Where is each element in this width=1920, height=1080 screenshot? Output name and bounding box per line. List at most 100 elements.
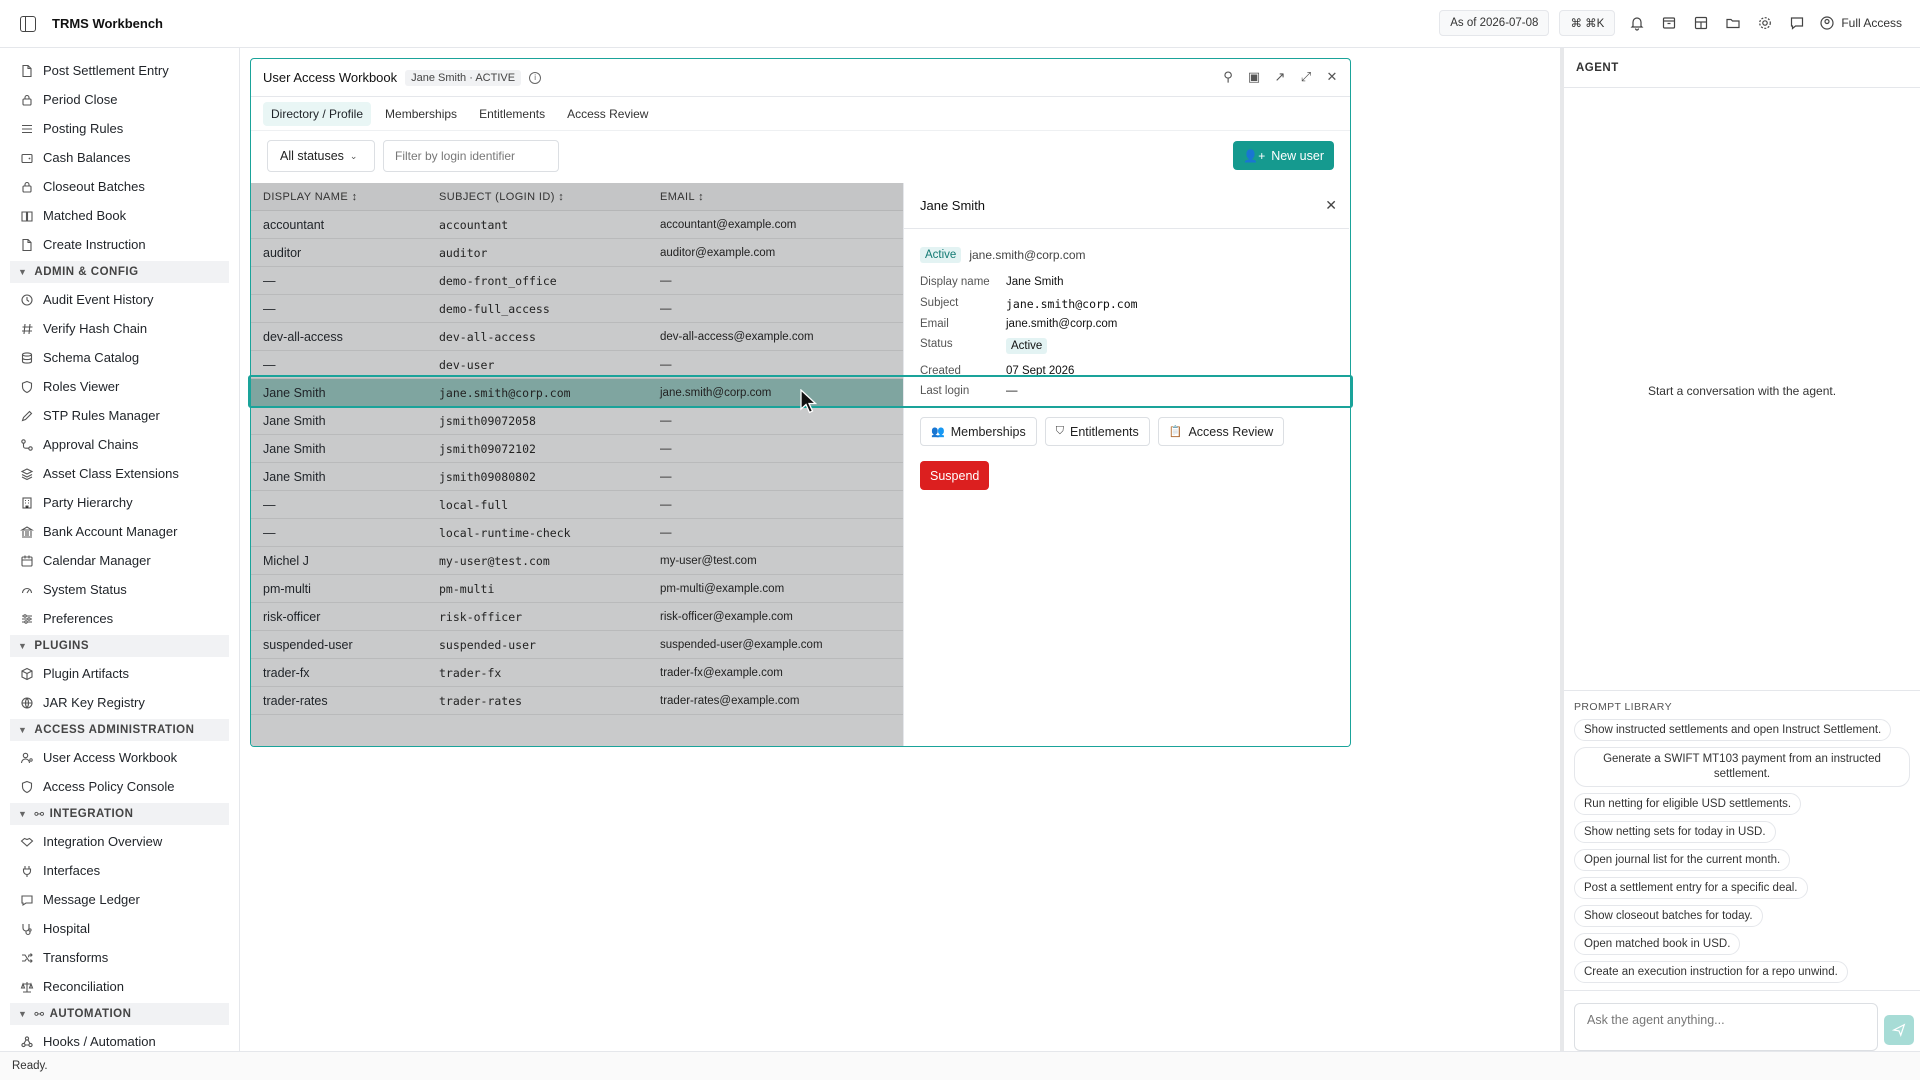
- table-row[interactable]: accountant accountant accountant@example.c…: [251, 211, 903, 239]
- prompt-chip[interactable]: Show instructed settlements and open Ins…: [1574, 719, 1892, 741]
- column-header-subject[interactable]: SUBJECT (LOGIN ID) ↕: [427, 191, 648, 203]
- sidebar-item-period-close[interactable]: Period Close: [0, 85, 239, 114]
- suspend-button[interactable]: Suspend: [920, 461, 990, 490]
- access-review-button[interactable]: 📋 Access Review: [1157, 417, 1285, 446]
- sidebar-item-audit-event-history[interactable]: Audit Event History: [0, 285, 239, 314]
- sidebar-item-user-access-workbook[interactable]: User Access Workbook: [0, 743, 239, 772]
- table-row[interactable]: Michel J my-user@test.com my-user@test.com: [251, 547, 903, 575]
- sidebar-item-post-settlement-entry[interactable]: Post Settlement Entry: [0, 56, 239, 85]
- tab-directory-profile[interactable]: Directory / Profile: [263, 101, 372, 126]
- sidebar-item-roles-viewer[interactable]: Roles Viewer: [0, 372, 239, 401]
- sidebar-item-verify-hash-chain[interactable]: Verify Hash Chain: [0, 314, 239, 343]
- info-icon[interactable]: i: [529, 71, 542, 84]
- as-of-date[interactable]: As of 2026-07-08: [1439, 10, 1550, 36]
- table-row[interactable]: Jane Smith jsmith09080802 —: [251, 463, 903, 491]
- sidebar-item-reconciliation[interactable]: Reconciliation: [0, 972, 239, 1001]
- sidebar-item-stp-rules-manager[interactable]: STP Rules Manager: [0, 401, 239, 430]
- close-icon[interactable]: ✕: [1324, 67, 1340, 87]
- sidebar-item-label: Post Settlement Entry: [43, 63, 169, 78]
- maximize-icon[interactable]: ⤢: [1298, 67, 1314, 87]
- entitlements-button[interactable]: ⛉ Entitlements: [1044, 417, 1150, 446]
- tab-memberships[interactable]: Memberships: [377, 102, 465, 126]
- prompt-chip[interactable]: Open journal list for the current month.: [1574, 849, 1791, 871]
- table-row[interactable]: — demo-full_access —: [251, 295, 903, 323]
- bell-icon[interactable]: [1621, 10, 1653, 36]
- tab-entitlements[interactable]: Entitlements: [471, 102, 553, 126]
- save-icon[interactable]: ▣: [1246, 67, 1262, 87]
- sidebar-item-hospital[interactable]: Hospital: [0, 914, 239, 943]
- table-row[interactable]: trader-fx trader-fx trader-fx@example.com: [251, 659, 903, 687]
- section-access-administration[interactable]: ▼ ACCESS ADMINISTRATION: [10, 719, 229, 741]
- sidebar-item-preferences[interactable]: Preferences: [0, 604, 239, 633]
- table-row[interactable]: risk-officer risk-officer risk-officer@exa…: [251, 603, 903, 631]
- external-link-icon[interactable]: ↗: [1272, 67, 1288, 87]
- gear-icon[interactable]: [1749, 10, 1781, 36]
- prompt-chip[interactable]: Show netting sets for today in USD.: [1574, 821, 1776, 843]
- sidebar-item-closeout-batches[interactable]: Closeout Batches: [0, 172, 239, 201]
- status-filter-select[interactable]: All statuses ⌄: [267, 140, 375, 172]
- sidebar-item-integration-overview[interactable]: Integration Overview: [0, 827, 239, 856]
- folder-icon[interactable]: [1717, 10, 1749, 36]
- table-row[interactable]: dev-all-access dev-all-access dev-all-acce…: [251, 323, 903, 351]
- close-icon[interactable]: ✕: [1325, 197, 1337, 214]
- layout-icon[interactable]: [1685, 10, 1717, 36]
- column-header-email[interactable]: EMAIL ↕: [648, 191, 903, 203]
- sidebar-item-asset-class-extensions[interactable]: Asset Class Extensions: [0, 459, 239, 488]
- section-plugins[interactable]: ▼ PLUGINS: [10, 635, 229, 657]
- login-filter-input[interactable]: [383, 140, 559, 172]
- sidebar-item-cash-balances[interactable]: Cash Balances: [0, 143, 239, 172]
- sidebar-item-interfaces[interactable]: Interfaces: [0, 856, 239, 885]
- sidebar-item-jar-key-registry[interactable]: JAR Key Registry: [0, 688, 239, 717]
- table-row[interactable]: pm-multi pm-multi pm-multi@example.com: [251, 575, 903, 603]
- archive-icon[interactable]: [1653, 10, 1685, 36]
- section-label: AUTOMATION: [49, 1008, 132, 1020]
- table-row[interactable]: — dev-user —: [251, 351, 903, 379]
- prompt-chip[interactable]: Run netting for eligible USD settlements…: [1574, 793, 1802, 815]
- cell-subject: trader-rates: [439, 693, 523, 708]
- field-label: Display name: [920, 276, 990, 288]
- cell-display-name: —: [263, 357, 276, 372]
- sidebar-item-create-instruction[interactable]: Create Instruction: [0, 230, 239, 259]
- section-integration[interactable]: ▼ ⚯ INTEGRATION: [10, 803, 229, 825]
- command-palette-shortcut[interactable]: ⌘ ⌘K: [1559, 10, 1616, 36]
- agent-input[interactable]: [1574, 1003, 1878, 1051]
- tab-access-review[interactable]: Access Review: [559, 102, 656, 126]
- table-row[interactable]: — demo-front_office —: [251, 267, 903, 295]
- table-row[interactable]: auditor auditor auditor@example.com: [251, 239, 903, 267]
- prompt-chip[interactable]: Open matched book in USD.: [1574, 933, 1741, 955]
- table-row[interactable]: — local-runtime-check —: [251, 519, 903, 547]
- section-automation[interactable]: ▼ ⚯ AUTOMATION: [10, 1003, 229, 1025]
- sidebar-item-approval-chains[interactable]: Approval Chains: [0, 430, 239, 459]
- prompt-chip[interactable]: Create an execution instruction for a re…: [1574, 961, 1848, 983]
- sidebar-toggle-icon[interactable]: [20, 15, 36, 32]
- sidebar-item-transforms[interactable]: Transforms: [0, 943, 239, 972]
- account-menu[interactable]: Full Access: [1819, 10, 1902, 36]
- sidebar-item-calendar-manager[interactable]: Calendar Manager: [0, 546, 239, 575]
- sidebar-item-matched-book[interactable]: Matched Book: [0, 201, 239, 230]
- prompt-chip[interactable]: Generate a SWIFT MT103 payment from an i…: [1574, 747, 1910, 787]
- send-button[interactable]: [1884, 1015, 1914, 1045]
- sidebar-item-hooks-automation[interactable]: Hooks / Automation: [0, 1027, 239, 1051]
- table-row[interactable]: suspended-user suspended-user suspended-us…: [251, 631, 903, 659]
- table-row[interactable]: — local-full —: [251, 491, 903, 519]
- sidebar-item-schema-catalog[interactable]: Schema Catalog: [0, 343, 239, 372]
- prompt-chip[interactable]: Post a settlement entry for a specific d…: [1574, 877, 1808, 899]
- sidebar-item-party-hierarchy[interactable]: Party Hierarchy: [0, 488, 239, 517]
- prompt-chip[interactable]: Show closeout batches for today.: [1574, 905, 1763, 927]
- new-user-button[interactable]: 👤+ New user: [1233, 141, 1334, 170]
- table-row[interactable]: Jane Smith jsmith09072102 —: [251, 435, 903, 463]
- sidebar-item-system-status[interactable]: System Status: [0, 575, 239, 604]
- sidebar-item-access-policy-console[interactable]: Access Policy Console: [0, 772, 239, 801]
- pin-icon[interactable]: ⚲: [1220, 67, 1236, 87]
- section-admin-config[interactable]: ▼ ADMIN & CONFIG: [10, 261, 229, 283]
- chat-icon[interactable]: [1781, 10, 1813, 36]
- sidebar-item-posting-rules[interactable]: Posting Rules: [0, 114, 239, 143]
- memberships-button[interactable]: 👥 Memberships: [920, 417, 1037, 446]
- sidebar-item-plugin-artifacts[interactable]: Plugin Artifacts: [0, 659, 239, 688]
- sidebar-item-bank-account-manager[interactable]: Bank Account Manager: [0, 517, 239, 546]
- table-row[interactable]: trader-rates trader-rates trader-rates@exa…: [251, 687, 903, 715]
- new-user-label: New user: [1271, 148, 1324, 163]
- building-icon: [20, 496, 34, 510]
- column-header-display-name[interactable]: DISPLAY NAME ↕: [251, 191, 427, 203]
- sidebar-item-message-ledger[interactable]: Message Ledger: [0, 885, 239, 914]
